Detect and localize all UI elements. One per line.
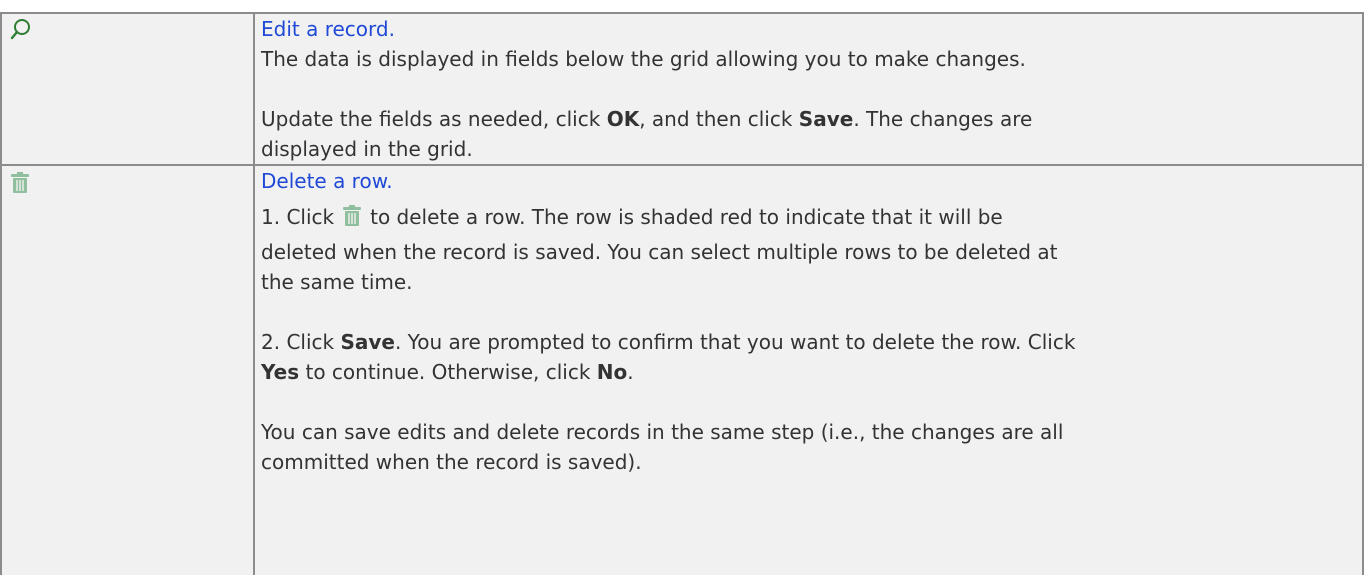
edit-record-link[interactable]: Edit a record. — [261, 17, 395, 41]
delete-note: You can save edits and delete records in… — [261, 420, 1064, 444]
delete-step-2-line-2: Yes to continue. Otherwise, click No. — [261, 360, 634, 384]
table-row-delete: Delete a row. 1. Click to delete a row. … — [0, 164, 1364, 575]
table-row-edit: Edit a record. The data is displayed in … — [0, 12, 1364, 166]
edit-update-instruction: Update the fields as needed, click OK, a… — [261, 107, 1033, 131]
icon-cell-edit — [0, 12, 255, 166]
delete-row-link[interactable]: Delete a row. — [261, 169, 393, 193]
delete-step-1: 1. Click to delete a row. The row is sha… — [261, 200, 1358, 237]
delete-step-1-line-3: the same time. — [261, 270, 413, 294]
description-cell-edit: Edit a record. The data is displayed in … — [253, 12, 1364, 166]
delete-step-1-line-2: deleted when the record is saved. You ca… — [261, 240, 1058, 264]
description-cell-delete: Delete a row. 1. Click to delete a row. … — [253, 164, 1364, 575]
magnifier-icon — [2, 14, 32, 45]
edit-description: The data is displayed in fields below th… — [261, 47, 1026, 71]
delete-step-2: 2. Click Save. You are prompted to confi… — [261, 330, 1076, 354]
icon-help-table: Edit a record. The data is displayed in … — [0, 12, 1364, 575]
trash-can-icon — [342, 203, 362, 237]
trash-can-icon — [2, 166, 30, 199]
icon-cell-delete — [0, 164, 255, 575]
edit-update-instruction-end: displayed in the grid. — [261, 137, 473, 161]
help-page: Edit a record. The data is displayed in … — [0, 0, 1370, 575]
delete-note-line-2: committed when the record is saved). — [261, 450, 642, 474]
